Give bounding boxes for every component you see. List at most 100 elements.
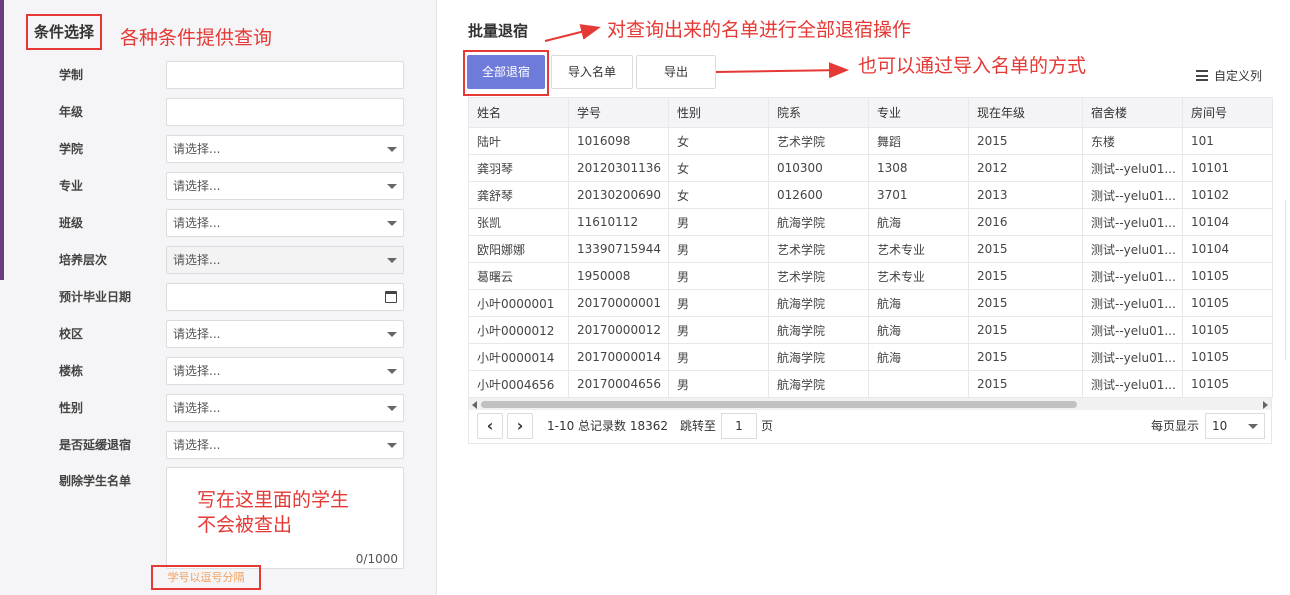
column-header[interactable]: 姓名 <box>468 97 569 128</box>
chevron-right-icon: › <box>516 416 524 435</box>
table-cell: 2015 <box>968 289 1083 317</box>
table-row[interactable]: 小叶0000012 20170000012 男航海学院 航海 2015 测试--yelu0… <box>468 316 1273 344</box>
calendar-icon[interactable] <box>385 291 397 303</box>
table-cell: 航海学院 <box>768 289 869 317</box>
table-cell: 2016 <box>968 208 1083 236</box>
filter-row: 学院 请选择... <box>0 134 437 164</box>
filter-select[interactable]: 请选择... <box>166 394 404 422</box>
column-header[interactable]: 房间号 <box>1182 97 1273 128</box>
filter-label: 学院 <box>59 142 84 156</box>
date-input[interactable] <box>166 283 404 311</box>
table-cell: 男 <box>668 208 769 236</box>
table-cell: 20130200690 <box>568 181 669 209</box>
filter-row: 年级 <box>0 97 437 127</box>
table-cell: 航海学院 <box>768 370 869 398</box>
annotation-import: 也可以通过导入名单的方式 <box>858 55 1087 77</box>
table-cell: 航海 <box>868 316 969 344</box>
table-body: 陆叶 1016098 女艺术学院 舞蹈 2015 东楼 101 龚羽琴 20120301136 女… <box>468 127 1273 398</box>
scroll-right-icon[interactable] <box>1263 401 1268 409</box>
filter-text-input[interactable] <box>166 98 404 126</box>
checkout-all-button[interactable]: 全部退宿 <box>467 55 545 89</box>
page-number-input[interactable]: 1 <box>721 413 757 439</box>
table-cell: 东楼 <box>1082 127 1183 155</box>
table-cell: 航海 <box>868 208 969 236</box>
table-cell: 20170000012 <box>568 316 669 344</box>
table-cell: 测试--yelu01... <box>1082 181 1183 209</box>
annotation-exclude: 写在这里面的学生 不会被查出 <box>197 489 350 536</box>
table-cell: 10102 <box>1182 181 1273 209</box>
table-cell: 航海学院 <box>768 208 869 236</box>
filter-select-value: 请选择... <box>173 364 221 378</box>
filter-select[interactable]: 请选择... <box>166 431 404 459</box>
table-row[interactable]: 小叶0000001 20170000001 男航海学院 航海 2015 测试--yelu0… <box>468 289 1273 317</box>
filter-text-input[interactable] <box>166 61 404 89</box>
column-header[interactable]: 学号 <box>568 97 669 128</box>
table-row[interactable]: 葛曙云 1950008 男艺术学院 艺术专业 2015 测试--yelu01... 1010… <box>468 262 1273 290</box>
column-header[interactable]: 现在年级 <box>968 97 1083 128</box>
export-button[interactable]: 导出 <box>636 55 716 89</box>
filter-select[interactable]: 请选择... <box>166 135 404 163</box>
table-cell: 张凯 <box>468 208 569 236</box>
filter-row: 楼栋 请选择... <box>0 356 437 386</box>
filter-select-value: 请选择... <box>173 253 221 267</box>
table-row[interactable]: 欧阳娜娜 13390715944 男艺术学院 艺术专业 2015 测试--yelu01..… <box>468 235 1273 263</box>
column-header[interactable]: 院系 <box>768 97 869 128</box>
table-cell: 10104 <box>1182 208 1273 236</box>
table-header-row: 姓名 学号 性别 院系 专业 现在年级 宿舍楼 房间号 <box>468 97 1273 128</box>
filter-label: 校区 <box>59 327 84 341</box>
filter-select[interactable]: 请选择... <box>166 246 404 274</box>
chevron-down-icon <box>387 406 397 411</box>
table-row[interactable]: 龚羽琴 20120301136 女 010300 1308 2012 测试--yelu01.… <box>468 154 1273 182</box>
table-cell: 艺术专业 <box>868 235 969 263</box>
table-cell: 2012 <box>968 154 1083 182</box>
table-cell: 10104 <box>1182 235 1273 263</box>
table-row[interactable]: 张凯 11610112 男航海学院 航海 2016 测试--yelu01... 10104 <box>468 208 1273 236</box>
page-size-select[interactable]: 10 <box>1205 413 1265 439</box>
chevron-down-icon <box>387 147 397 152</box>
table-cell: 10101 <box>1182 154 1273 182</box>
scroll-thumb[interactable] <box>481 401 1077 408</box>
table-cell: 欧阳娜娜 <box>468 235 569 263</box>
char-counter: 0/1000 <box>355 552 398 566</box>
table-cell: 2015 <box>968 343 1083 371</box>
filter-label: 培养层次 <box>59 253 108 267</box>
prev-page-button[interactable]: ‹ <box>477 413 503 439</box>
table-cell: 艺术专业 <box>868 262 969 290</box>
table-cell: 13390715944 <box>568 235 669 263</box>
table-cell: 龚羽琴 <box>468 154 569 182</box>
filter-row: 校区 请选择... <box>0 319 437 349</box>
column-header[interactable]: 性别 <box>668 97 769 128</box>
column-header[interactable]: 专业 <box>868 97 969 128</box>
table-row[interactable]: 小叶0000014 20170000014 男航海学院 航海 2015 测试--yelu0… <box>468 343 1273 371</box>
table-cell: 2015 <box>968 262 1083 290</box>
import-list-button[interactable]: 导入名单 <box>551 55 633 89</box>
chevron-down-icon <box>387 332 397 337</box>
table-cell: 葛曙云 <box>468 262 569 290</box>
table-row[interactable]: 小叶0004656 20170004656 男航海学院 2015 测试--yelu01.… <box>468 370 1273 398</box>
horizontal-scrollbar[interactable] <box>468 397 1272 411</box>
custom-columns-button[interactable]: 自定义列 <box>1196 67 1262 84</box>
filter-select[interactable]: 请选择... <box>166 172 404 200</box>
table-cell: 10105 <box>1182 316 1273 344</box>
table-cell: 女 <box>668 181 769 209</box>
table-cell: 小叶0000001 <box>468 289 569 317</box>
table-row[interactable]: 龚舒琴 20130200690 女 012600 3701 2013 测试--yelu01.… <box>468 181 1273 209</box>
filter-select[interactable]: 请选择... <box>166 209 404 237</box>
table-cell: 3701 <box>868 181 969 209</box>
table-cell: 1950008 <box>568 262 669 290</box>
next-page-button[interactable]: › <box>507 413 533 439</box>
table-cell: 测试--yelu01... <box>1082 235 1183 263</box>
column-header[interactable]: 宿舍楼 <box>1082 97 1183 128</box>
filter-select[interactable]: 请选择... <box>166 320 404 348</box>
table-cell: 龚舒琴 <box>468 181 569 209</box>
scroll-left-icon[interactable] <box>472 401 477 409</box>
pagination-bar: ‹ › 1-10 总记录数 18362 跳转至 1 页 每页显示 10 <box>468 410 1272 444</box>
filter-select[interactable]: 请选择... <box>166 357 404 385</box>
exclude-students-textarea[interactable]: 写在这里面的学生 不会被查出 0/1000 <box>166 467 404 569</box>
filter-panel: 条件选择 各种条件提供查询 学制 年级 学院 请选择... 专业 请选择... 班级 请选择.… <box>0 0 437 595</box>
chevron-down-icon <box>1248 424 1258 429</box>
table-cell: 10105 <box>1182 289 1273 317</box>
table-row[interactable]: 陆叶 1016098 女艺术学院 舞蹈 2015 东楼 101 <box>468 127 1273 155</box>
table-cell: 1308 <box>868 154 969 182</box>
filter-row: 性别 请选择... <box>0 393 437 423</box>
